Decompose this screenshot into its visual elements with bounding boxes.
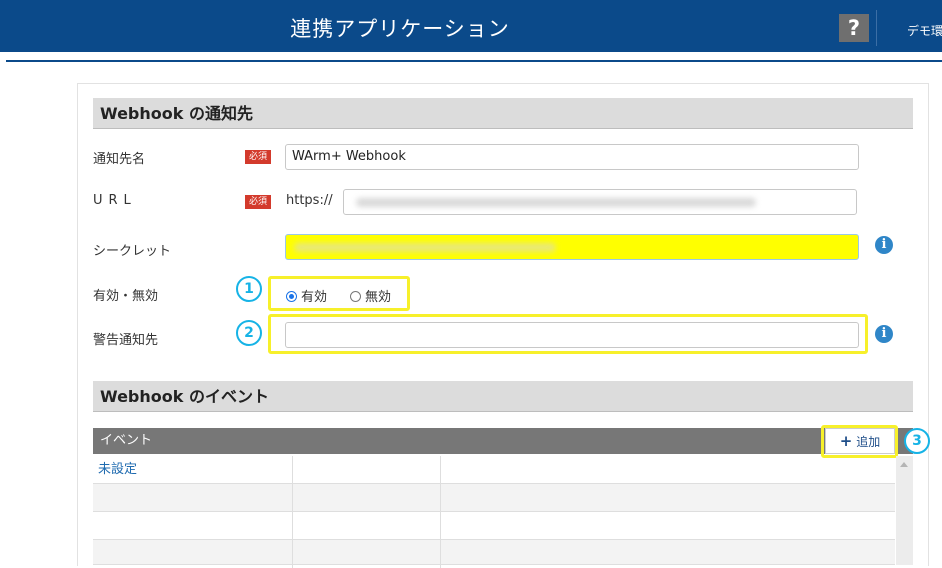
help-icon[interactable]: ? — [839, 14, 869, 42]
table-row[interactable] — [93, 540, 895, 568]
events-table: 未設定 — [93, 456, 895, 568]
table-cell — [293, 456, 441, 484]
webhook-destination-heading: Webhook の通知先 — [93, 98, 913, 129]
scroll-up-icon[interactable] — [900, 462, 908, 467]
table-cell — [93, 512, 293, 540]
table-cell — [441, 512, 895, 540]
app-header: 連携アプリケーション ? デモ環 — [0, 0, 942, 52]
callout-1: 1 — [236, 276, 262, 302]
required-badge: 必須 — [245, 150, 271, 164]
radio-enabled-label: 有効 — [301, 290, 328, 305]
table-row[interactable]: 未設定 — [93, 456, 895, 484]
header-divider — [876, 10, 877, 46]
info-icon[interactable]: i — [875, 325, 893, 343]
name-input[interactable]: WArm+ Webhook — [285, 144, 859, 170]
blurred-secret — [294, 243, 556, 252]
highlight-add — [821, 425, 898, 458]
table-cell — [293, 540, 441, 568]
table-cell — [293, 512, 441, 540]
url-label: URL — [93, 193, 137, 208]
radio-enabled[interactable]: 有効 — [286, 286, 327, 305]
table-cell — [293, 484, 441, 512]
table-cell — [441, 456, 895, 484]
alert-label: 警告通知先 — [93, 333, 159, 348]
user-name[interactable]: デモ環 — [907, 22, 942, 39]
table-row[interactable] — [93, 484, 895, 512]
table-cell — [93, 540, 293, 568]
events-table-header: イベント — [93, 428, 913, 454]
alert-input[interactable] — [285, 322, 859, 348]
table-cell — [93, 484, 293, 512]
radio-disabled-label: 無効 — [365, 290, 392, 305]
callout-2: 2 — [236, 320, 262, 346]
table-scrollbar[interactable] — [896, 456, 913, 565]
secret-input[interactable] — [285, 234, 859, 260]
blurred-url — [356, 198, 756, 207]
page-title: 連携アプリケーション — [290, 17, 510, 41]
radio-disabled-dot[interactable] — [350, 291, 361, 302]
column-event: イベント — [100, 433, 153, 448]
name-label: 通知先名 — [93, 152, 146, 167]
table-cell — [441, 484, 895, 512]
header-rule — [6, 60, 942, 62]
table-cell — [441, 540, 895, 568]
url-prefix: https:// — [286, 193, 333, 208]
info-icon[interactable]: i — [875, 236, 893, 254]
webhook-events-heading: Webhook のイベント — [93, 381, 913, 412]
table-cell[interactable]: 未設定 — [93, 456, 293, 484]
radio-enabled-dot[interactable] — [286, 291, 297, 302]
status-label: 有効・無効 — [93, 289, 159, 304]
radio-disabled[interactable]: 無効 — [350, 286, 391, 305]
secret-label: シークレット — [93, 244, 172, 259]
callout-3: 3 — [904, 428, 930, 454]
required-badge: 必須 — [245, 195, 271, 209]
url-input[interactable] — [343, 189, 857, 215]
table-row[interactable] — [93, 512, 895, 540]
